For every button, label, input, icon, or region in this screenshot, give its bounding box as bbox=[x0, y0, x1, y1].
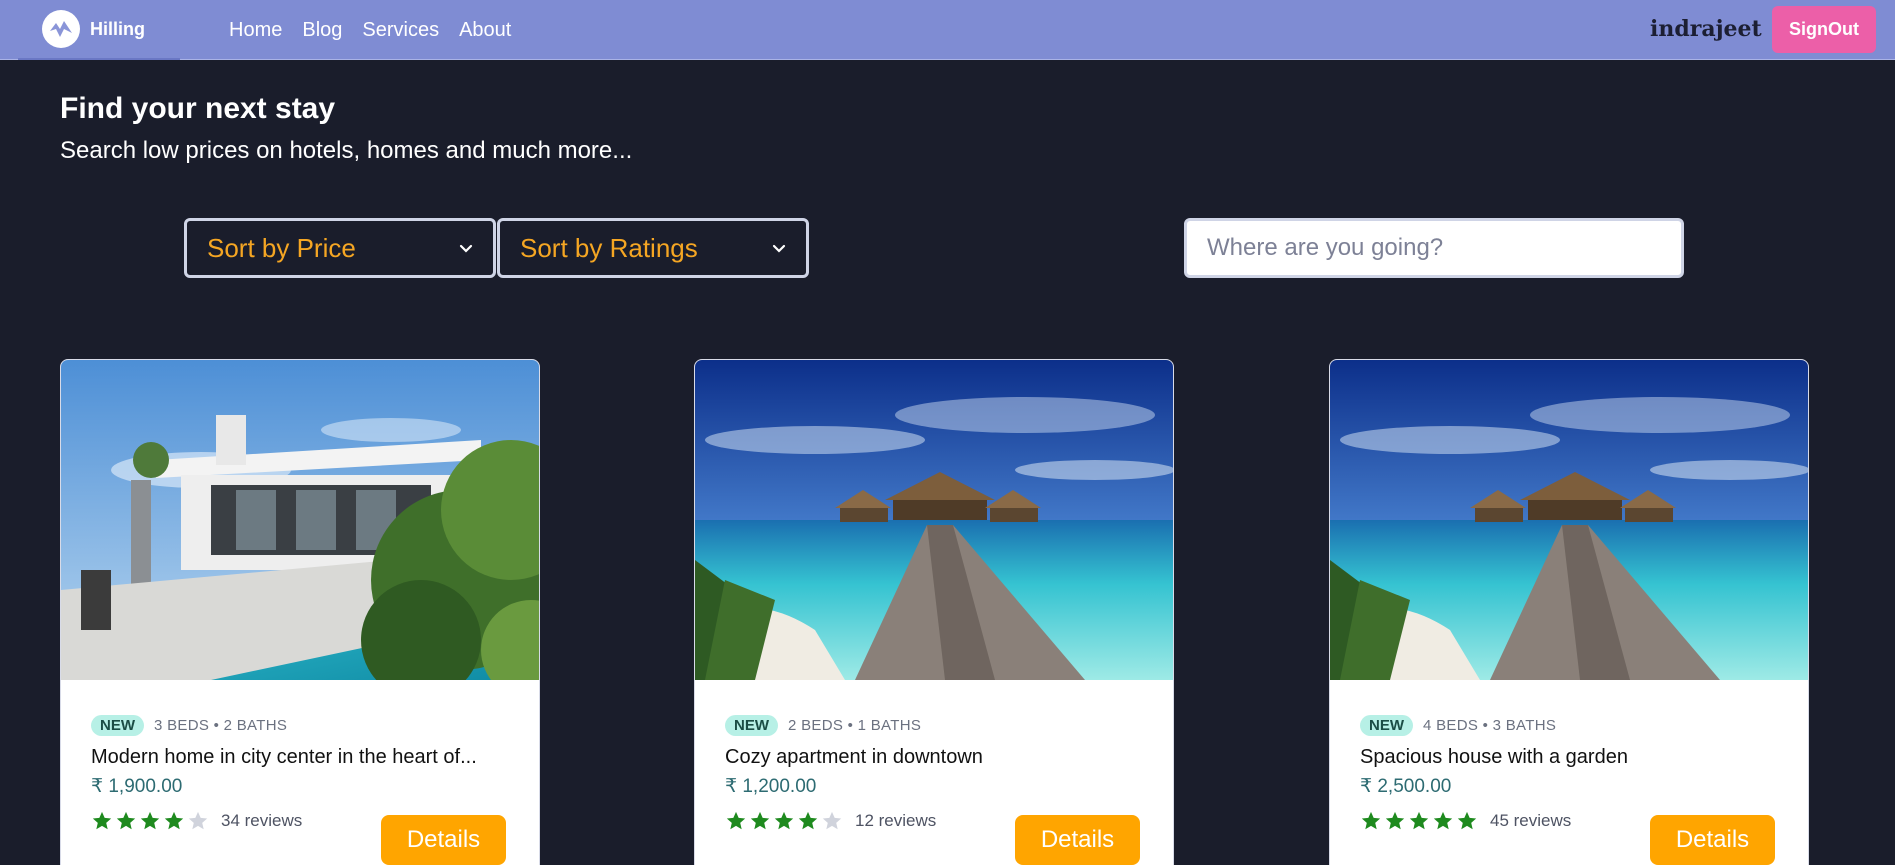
brand-name: Hilling bbox=[90, 18, 145, 39]
listing-image[interactable] bbox=[1330, 360, 1809, 680]
star-filled-icon bbox=[798, 811, 818, 830]
listing-title: Spacious house with a garden bbox=[1360, 746, 1628, 768]
sort-by-price-label: Sort by Price bbox=[207, 232, 356, 263]
details-button[interactable]: Details bbox=[1015, 815, 1140, 865]
listing-title: Modern home in city center in the heart … bbox=[91, 746, 477, 768]
nav-link-home[interactable]: Home bbox=[229, 19, 282, 42]
nav-link-services[interactable]: Services bbox=[362, 19, 439, 42]
brand[interactable]: Hilling bbox=[18, 0, 180, 60]
listing-body: NEW 3 BEDS • 2 BATHS Modern home in city… bbox=[91, 715, 511, 798]
username: indrajeet bbox=[1650, 16, 1762, 42]
chevron-down-icon bbox=[459, 244, 473, 253]
review-count: 45 reviews bbox=[1490, 811, 1572, 830]
star-empty-icon bbox=[188, 811, 208, 830]
beds-baths: 3 BEDS • 2 BATHS bbox=[154, 717, 288, 734]
star-rating: 45 reviews bbox=[1360, 810, 1571, 832]
star-filled-icon bbox=[726, 811, 746, 830]
beds-baths: 2 BEDS • 1 BATHS bbox=[788, 717, 922, 734]
listing-body: NEW 2 BEDS • 1 BATHS Cozy apartment in d… bbox=[725, 715, 1145, 798]
review-count: 12 reviews bbox=[855, 811, 937, 830]
star-rating: 12 reviews bbox=[725, 810, 936, 832]
beds-baths: 4 BEDS • 3 BATHS bbox=[1423, 717, 1557, 734]
star-filled-icon bbox=[750, 811, 770, 830]
sort-by-ratings-select[interactable]: Sort by Ratings bbox=[497, 218, 809, 278]
star-empty-icon bbox=[822, 811, 842, 830]
review-count: 34 reviews bbox=[221, 811, 303, 830]
brand-logo-icon bbox=[42, 10, 80, 48]
star-filled-icon bbox=[1385, 811, 1405, 830]
nav-link-blog[interactable]: Blog bbox=[302, 19, 342, 42]
star-filled-icon bbox=[1409, 811, 1429, 830]
page-subtitle: Search low prices on hotels, homes and m… bbox=[60, 137, 633, 164]
star-filled-icon bbox=[164, 811, 184, 830]
listing-price: ₹ 1,200.00 bbox=[725, 776, 817, 797]
listing-card[interactable]: NEW 3 BEDS • 2 BATHS Modern home in city… bbox=[60, 359, 540, 865]
listing-price: ₹ 2,500.00 bbox=[1360, 776, 1452, 797]
chevron-down-icon bbox=[772, 244, 786, 253]
new-badge: NEW bbox=[1360, 715, 1413, 736]
listing-title: Cozy apartment in downtown bbox=[725, 746, 983, 768]
star-rating: 34 reviews bbox=[91, 810, 302, 832]
nav-links: Home Blog Services About bbox=[229, 0, 511, 60]
sort-by-ratings-label: Sort by Ratings bbox=[520, 232, 698, 263]
star-filled-icon bbox=[1457, 811, 1477, 830]
nav-link-about[interactable]: About bbox=[459, 19, 511, 42]
star-filled-icon bbox=[1433, 811, 1453, 830]
star-filled-icon bbox=[140, 811, 160, 830]
sort-by-price-select[interactable]: Sort by Price bbox=[184, 218, 496, 278]
star-filled-icon bbox=[116, 811, 136, 830]
details-button[interactable]: Details bbox=[1650, 815, 1775, 865]
new-badge: NEW bbox=[725, 715, 778, 736]
listing-body: NEW 4 BEDS • 3 BATHS Spacious house with… bbox=[1360, 715, 1780, 798]
new-badge: NEW bbox=[91, 715, 144, 736]
listing-price: ₹ 1,900.00 bbox=[91, 776, 183, 797]
listing-image[interactable] bbox=[61, 360, 540, 680]
star-filled-icon bbox=[774, 811, 794, 830]
star-filled-icon bbox=[1361, 811, 1381, 830]
destination-search-input[interactable] bbox=[1184, 218, 1684, 278]
signout-button[interactable]: SignOut bbox=[1772, 6, 1876, 53]
star-filled-icon bbox=[92, 811, 112, 830]
listing-image[interactable] bbox=[695, 360, 1174, 680]
listing-card[interactable]: NEW 2 BEDS • 1 BATHS Cozy apartment in d… bbox=[694, 359, 1174, 865]
page-title: Find your next stay bbox=[60, 92, 336, 125]
details-button[interactable]: Details bbox=[381, 815, 506, 865]
listing-card[interactable]: NEW 4 BEDS • 3 BATHS Spacious house with… bbox=[1329, 359, 1809, 865]
navbar: Hilling Home Blog Services About indraje… bbox=[0, 0, 1895, 60]
